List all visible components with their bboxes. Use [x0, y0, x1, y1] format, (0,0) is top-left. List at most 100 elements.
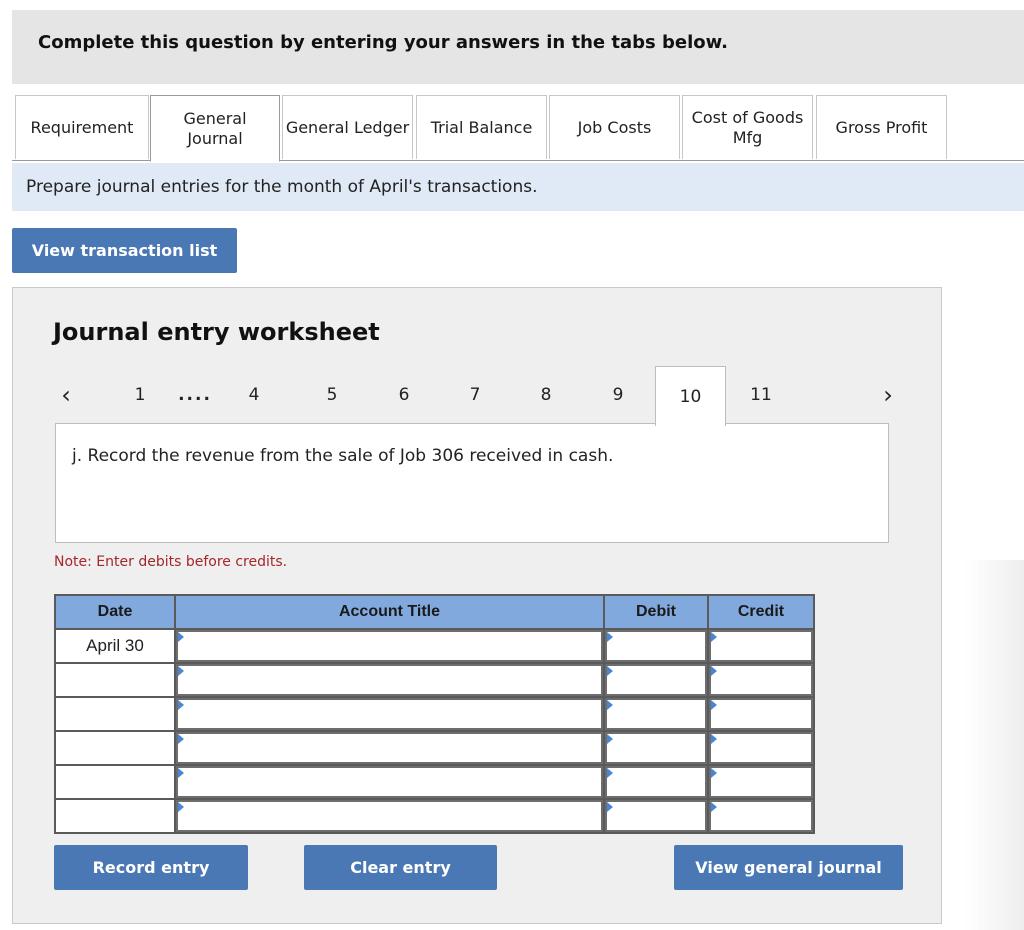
debit-input[interactable]	[607, 768, 705, 796]
table-row	[54, 798, 815, 834]
journal-table: Date Account Title Debit Credit April 30	[54, 594, 815, 834]
dropdown-marker-icon	[711, 768, 717, 778]
tab-gross-profit[interactable]: Gross Profit	[816, 95, 947, 159]
instruction-banner: Prepare journal entries for the month of…	[12, 163, 1024, 211]
description-text: j. Record the revenue from the sale of J…	[72, 446, 614, 466]
tab-label: Cost of Goods Mfg	[691, 107, 804, 147]
dropdown-marker-icon	[178, 666, 184, 676]
tab-label: General Ledger	[285, 117, 410, 137]
debit-cell	[603, 798, 709, 834]
header-credit: Credit	[707, 594, 815, 630]
credit-input[interactable]	[711, 768, 811, 796]
pager-ellipsis: ....	[178, 385, 212, 405]
debit-input[interactable]	[607, 734, 705, 762]
credit-input[interactable]	[711, 734, 811, 762]
dropdown-marker-icon	[178, 802, 184, 812]
note-text: Note: Enter debits before credits.	[54, 554, 288, 570]
pager-item-11[interactable]: 11	[746, 366, 776, 424]
table-row	[54, 764, 815, 800]
view-transaction-list-button[interactable]: View transaction list	[12, 228, 237, 273]
pager-item-6[interactable]: 6	[389, 366, 419, 424]
debit-cell	[603, 628, 709, 664]
dropdown-marker-icon	[607, 768, 613, 778]
record-entry-button[interactable]: Record entry	[54, 845, 248, 890]
worksheet-title: Journal entry worksheet	[53, 318, 380, 346]
date-cell[interactable]	[54, 662, 176, 698]
account-cell	[174, 628, 605, 664]
view-general-journal-button[interactable]: View general journal	[674, 845, 903, 890]
credit-cell	[707, 798, 815, 834]
debit-input[interactable]	[607, 666, 705, 694]
journal-entry-worksheet: Journal entry worksheet ‹ 1 .... 4 5 6 7…	[12, 287, 942, 924]
credit-cell	[707, 662, 815, 698]
next-arrow-icon[interactable]: ›	[873, 366, 903, 424]
tab-trial-balance[interactable]: Trial Balance	[416, 95, 547, 159]
dropdown-marker-icon	[178, 700, 184, 710]
account-title-input[interactable]	[178, 700, 601, 728]
pager-item-4[interactable]: 4	[239, 366, 269, 424]
date-cell: April 30	[54, 628, 176, 664]
background-shade	[964, 560, 1024, 930]
account-cell	[174, 730, 605, 766]
pager-item-8[interactable]: 8	[531, 366, 561, 424]
debit-input[interactable]	[607, 802, 705, 830]
tab-label: Requirement	[30, 117, 134, 137]
header-date: Date	[54, 594, 176, 630]
debit-input[interactable]	[607, 700, 705, 728]
table-row	[54, 696, 815, 732]
pager-item-5[interactable]: 5	[317, 366, 347, 424]
date-cell[interactable]	[54, 798, 176, 834]
table-header-row: Date Account Title Debit Credit	[54, 594, 815, 630]
table-row	[54, 730, 815, 766]
date-cell[interactable]	[54, 696, 176, 732]
table-row	[54, 662, 815, 698]
credit-input[interactable]	[711, 802, 811, 830]
tab-label: Gross Profit	[835, 117, 928, 137]
prev-arrow-icon[interactable]: ‹	[51, 366, 81, 424]
tab-label: General Journal	[183, 108, 247, 148]
account-title-input[interactable]	[178, 666, 601, 694]
dropdown-marker-icon	[178, 768, 184, 778]
debit-input[interactable]	[607, 632, 705, 660]
credit-input[interactable]	[711, 632, 811, 660]
header-account-title: Account Title	[174, 594, 605, 630]
dropdown-marker-icon	[711, 666, 717, 676]
credit-input[interactable]	[711, 700, 811, 728]
dropdown-marker-icon	[178, 632, 184, 642]
clear-entry-button[interactable]: Clear entry	[304, 845, 497, 890]
entry-pager: ‹ 1 .... 4 5 6 7 8 9 10 11 ›	[13, 366, 943, 426]
instruction-text: Prepare journal entries for the month of…	[26, 177, 538, 197]
account-title-input[interactable]	[178, 802, 601, 830]
account-title-input[interactable]	[178, 768, 601, 796]
debit-cell	[603, 730, 709, 766]
tab-general-journal[interactable]: General Journal	[150, 95, 280, 162]
tab-requirement[interactable]: Requirement	[15, 95, 149, 159]
pager-item-9[interactable]: 9	[603, 366, 633, 424]
account-cell	[174, 662, 605, 698]
dropdown-marker-icon	[711, 802, 717, 812]
dropdown-marker-icon	[178, 734, 184, 744]
pager-item-7[interactable]: 7	[460, 366, 490, 424]
dropdown-marker-icon	[607, 632, 613, 642]
pager-item-1[interactable]: 1	[125, 366, 155, 424]
date-cell[interactable]	[54, 730, 176, 766]
account-cell	[174, 798, 605, 834]
tab-job-costs[interactable]: Job Costs	[549, 95, 680, 159]
dropdown-marker-icon	[711, 700, 717, 710]
transaction-description: j. Record the revenue from the sale of J…	[55, 423, 889, 543]
credit-cell	[707, 764, 815, 800]
credit-input[interactable]	[711, 666, 811, 694]
account-title-input[interactable]	[178, 734, 601, 762]
tab-general-ledger[interactable]: General Ledger	[282, 95, 413, 159]
tab-cost-of-goods-mfg[interactable]: Cost of Goods Mfg	[682, 95, 813, 159]
pager-item-10[interactable]: 10	[655, 366, 726, 426]
date-cell[interactable]	[54, 764, 176, 800]
account-title-input[interactable]	[178, 632, 601, 660]
question-header: Complete this question by entering your …	[12, 10, 1024, 84]
credit-cell	[707, 628, 815, 664]
question-title: Complete this question by entering your …	[38, 32, 728, 53]
account-cell	[174, 764, 605, 800]
tab-label: Trial Balance	[430, 117, 533, 137]
account-cell	[174, 696, 605, 732]
table-row: April 30	[54, 628, 815, 664]
